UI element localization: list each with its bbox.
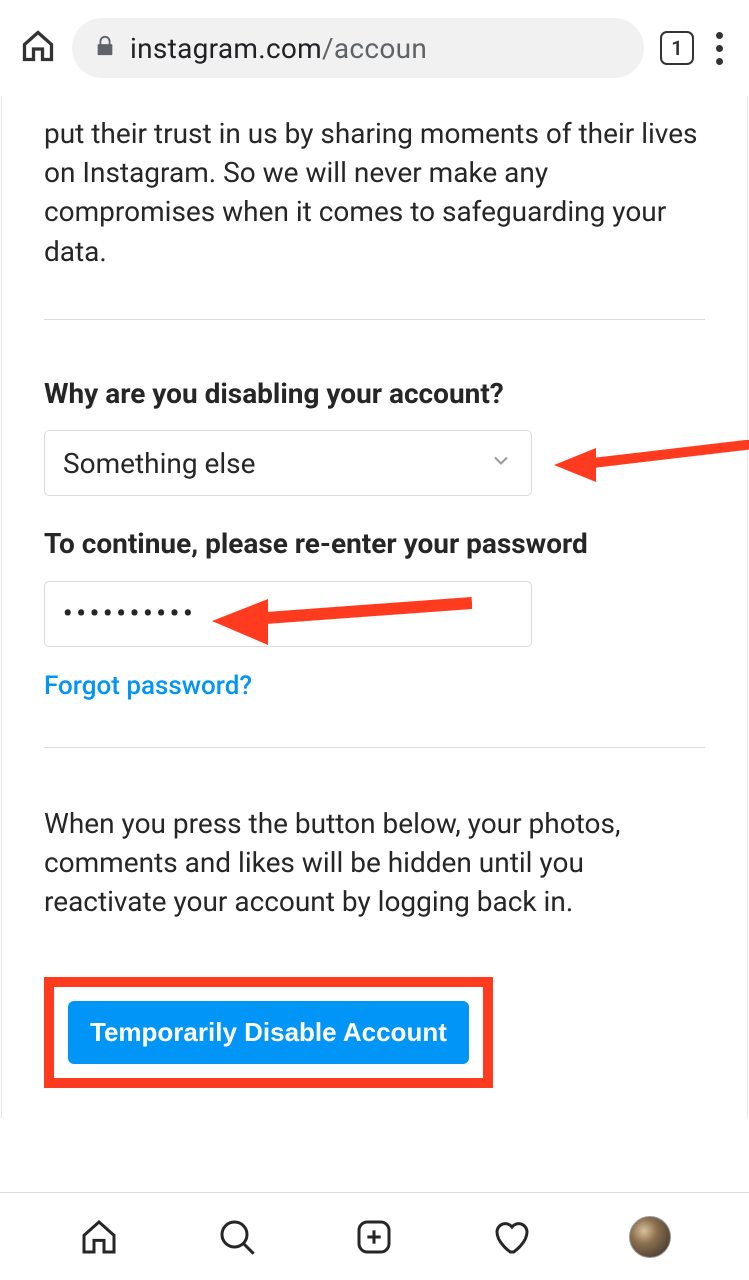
reason-selected-value: Something else: [63, 447, 255, 480]
more-icon[interactable]: [710, 26, 729, 71]
annotation-arrow-icon: [212, 595, 472, 651]
lock-icon: [94, 35, 116, 61]
url-text: instagram.com/accoun: [130, 32, 427, 65]
nav-profile-avatar[interactable]: [629, 1216, 671, 1258]
avatar: [629, 1216, 671, 1258]
reason-heading: Why are you disabling your account?: [44, 376, 705, 412]
nav-activity-icon[interactable]: [491, 1216, 533, 1258]
url-bar[interactable]: instagram.com/accoun: [72, 18, 644, 78]
nav-home-icon[interactable]: [78, 1216, 120, 1258]
nav-add-icon[interactable]: [353, 1216, 395, 1258]
bottom-nav: [0, 1192, 749, 1280]
divider: [44, 747, 705, 748]
intro-text: put their trust in us by sharing moments…: [44, 114, 705, 271]
nav-search-icon[interactable]: [216, 1216, 258, 1258]
info-text: When you press the button below, your ph…: [44, 804, 705, 922]
password-heading: To continue, please re-enter your passwo…: [44, 526, 705, 562]
tab-count[interactable]: 1: [660, 31, 694, 65]
reason-select[interactable]: Something else: [44, 430, 532, 496]
chevron-down-icon: [489, 447, 513, 480]
browser-bar: instagram.com/accoun 1: [0, 0, 749, 96]
temporarily-disable-button[interactable]: Temporarily Disable Account: [68, 1001, 469, 1064]
page: put their trust in us by sharing moments…: [1, 96, 748, 1118]
home-icon[interactable]: [20, 28, 56, 68]
password-value: ••••••••••: [63, 599, 196, 629]
forgot-password-link[interactable]: Forgot password?: [44, 671, 252, 701]
divider: [44, 319, 705, 320]
annotation-arrow-icon: [554, 440, 749, 494]
annotation-highlight: Temporarily Disable Account: [44, 977, 493, 1088]
